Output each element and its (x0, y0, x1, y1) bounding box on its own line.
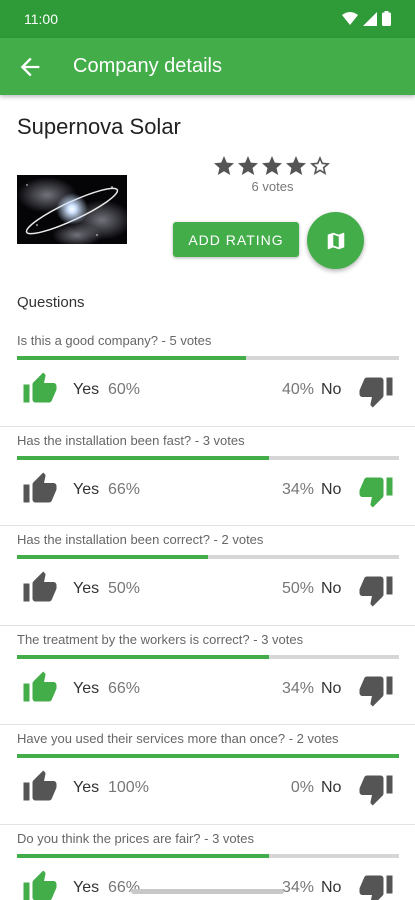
yes-label: Yes (73, 580, 100, 597)
vote-progress-fill (17, 853, 270, 858)
no-label: No (321, 580, 342, 597)
add-rating-button[interactable]: ADD RATING (173, 222, 299, 257)
question-text: The treatment by the workers is correct?… (17, 631, 304, 647)
no-percentage: 40% (281, 381, 314, 398)
vote-progress-fill (17, 455, 270, 460)
vote-progress-bar (17, 754, 399, 758)
question-text: Is this a good company? - 5 votes (17, 333, 212, 348)
star-filled-icon (238, 156, 258, 175)
thumb-up-icon[interactable] (22, 371, 58, 407)
questions-heading: Questions (17, 294, 85, 311)
no-label: No (321, 480, 342, 498)
question-text: Has the installation been correct? - 2 v… (17, 532, 264, 547)
question-item: Has the installation been fast? - 3 vote… (0, 425, 415, 525)
yes-label: Yes (73, 779, 100, 796)
yes-percentage: 66% (108, 679, 141, 697)
no-percentage: 50% (281, 580, 314, 597)
status-bar: 11:00 (0, 0, 415, 38)
no-percentage: 0% (290, 779, 314, 796)
yes-label: Yes (73, 679, 100, 697)
thumb-down-icon[interactable] (358, 672, 394, 708)
company-name: Supernova Solar (17, 114, 181, 139)
question-text: Have you used their services more than o… (17, 731, 339, 746)
thumb-down-icon[interactable] (358, 771, 394, 807)
divider (0, 425, 415, 427)
battery-icon (382, 11, 391, 26)
wifi-icon (342, 11, 358, 25)
question-item: The treatment by the workers is correct?… (0, 624, 415, 724)
question-text: Has the installation been fast? - 3 vote… (17, 432, 245, 448)
thumb-up-icon[interactable] (22, 471, 58, 507)
vote-progress-bar (17, 356, 399, 360)
map-button[interactable] (307, 212, 364, 269)
no-label: No (321, 679, 342, 697)
company-image (17, 175, 127, 244)
app-bar: Company details (0, 38, 415, 95)
map-icon (327, 232, 344, 249)
vote-progress-fill (17, 356, 247, 360)
yes-percentage: 100% (108, 779, 149, 796)
star-filled-icon (262, 156, 282, 175)
votes-count: 6 votes (251, 179, 294, 194)
vote-progress-bar (17, 853, 399, 858)
no-percentage: 34% (281, 480, 314, 498)
yes-label: Yes (73, 381, 100, 398)
star-outline-icon (310, 156, 330, 175)
rating-stars (212, 154, 332, 178)
vote-progress-fill (17, 654, 270, 659)
vote-progress-fill (17, 555, 208, 559)
vote-progress-fill (17, 754, 399, 758)
thumb-up-icon[interactable] (22, 670, 58, 706)
thumb-down-icon[interactable] (358, 473, 394, 509)
vote-progress-bar (17, 654, 399, 659)
thumb-down-icon[interactable] (358, 373, 394, 409)
signal-icon (363, 11, 377, 26)
yes-percentage: 50% (108, 580, 141, 597)
thumb-up-icon[interactable] (22, 769, 58, 805)
no-label: No (321, 381, 342, 398)
thumb-up-icon[interactable] (22, 869, 58, 900)
thumb-up-icon[interactable] (22, 570, 58, 606)
yes-label: Yes (73, 480, 100, 498)
question-item: Have you used their services more than o… (0, 724, 415, 823)
divider (0, 724, 415, 725)
yes-percentage: 60% (108, 381, 141, 398)
vote-progress-bar (17, 555, 399, 559)
divider (0, 525, 415, 526)
yes-percentage: 66% (108, 480, 141, 498)
yes-label: Yes (73, 878, 100, 896)
divider (0, 823, 415, 825)
vote-progress-bar (17, 455, 399, 460)
question-item: Is this a good company? - 5 votes Yes 60% 4… (0, 326, 415, 425)
star-filled-icon (214, 156, 234, 175)
question-text: Do you think the prices are fair? - 3 vo… (17, 830, 255, 846)
page-title: Company details (73, 55, 222, 77)
no-percentage: 34% (281, 679, 314, 697)
no-label: No (321, 878, 342, 896)
thumb-down-icon[interactable] (358, 871, 394, 900)
no-label: No (321, 779, 342, 796)
gesture-navigation-handle[interactable] (131, 889, 284, 894)
divider (0, 624, 415, 626)
thumb-down-icon[interactable] (358, 572, 394, 608)
company-details-content[interactable]: Supernova Solar 6 votes ADD RATING Quest… (0, 95, 415, 900)
question-item: Has the installation been correct? - 2 v… (0, 525, 415, 624)
back-arrow-icon[interactable] (16, 53, 44, 81)
star-filled-icon (286, 156, 306, 175)
status-time: 11:00 (24, 11, 58, 27)
status-icons (342, 11, 391, 26)
